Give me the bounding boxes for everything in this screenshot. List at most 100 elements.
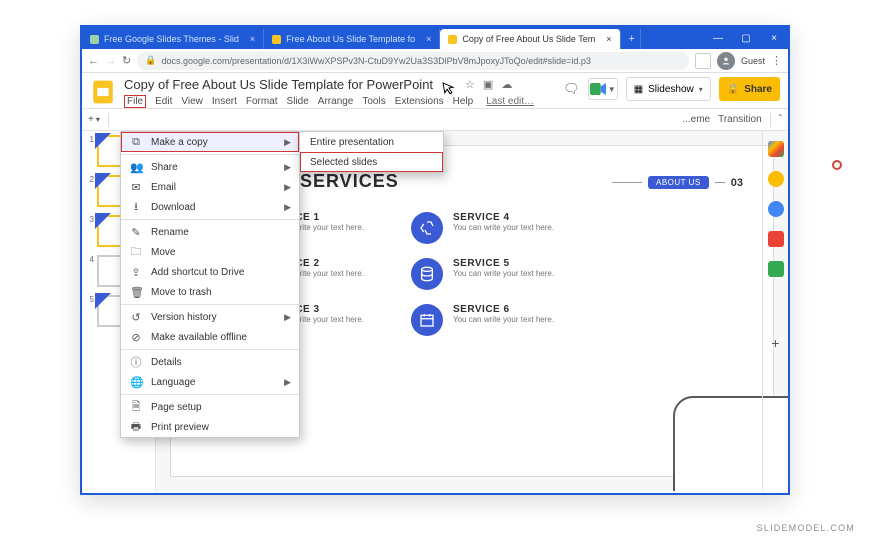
menu-view[interactable]: View — [181, 96, 203, 107]
menu-move[interactable]: 🗀Move — [121, 242, 299, 262]
menu-page-setup[interactable]: 🗎Page setup — [121, 397, 299, 417]
browser-tab[interactable]: Free Google Slides Themes - Slid× — [82, 29, 264, 49]
menu-item-label: Print preview — [151, 422, 209, 433]
menu-download[interactable]: ⭳Download▶ — [121, 197, 299, 217]
tab-close-icon[interactable]: × — [250, 34, 255, 44]
minimize-button[interactable]: — — [704, 33, 732, 44]
doc-title-row: Copy of Free About Us Slide Template for… — [124, 77, 555, 92]
theme-button[interactable]: ...eme — [682, 114, 710, 125]
browser-menu-button[interactable]: ⋮ — [771, 54, 782, 67]
new-slide-button[interactable]: + ▾ — [88, 114, 100, 125]
service-item: SERVICE 4You can write your text here. — [411, 212, 581, 244]
calendar-icon — [411, 304, 443, 336]
move-to-drive-icon[interactable]: ▣ — [483, 78, 493, 91]
menu-format[interactable]: Format — [246, 96, 278, 107]
submenu-arrow-icon: ▶ — [284, 377, 291, 388]
browser-tab[interactable]: Free About Us Slide Template fo × — [264, 29, 440, 49]
download-icon: ⭳ — [130, 198, 142, 217]
offline-icon: ⊘ — [130, 331, 142, 344]
info-icon: ⓘ — [130, 354, 142, 370]
thumb-number: 1 — [86, 135, 94, 144]
tab-close-icon[interactable]: × — [606, 34, 611, 44]
service-desc: You can write your text here. — [453, 315, 554, 325]
doc-header: Copy of Free About Us Slide Template for… — [82, 73, 788, 109]
service-item: SERVICE 5You can write your text here. — [411, 258, 581, 290]
thumb-number: 2 — [86, 175, 94, 184]
submenu-arrow-icon: ▶ — [284, 162, 291, 173]
browser-tab-active[interactable]: Copy of Free About Us Slide Tem × — [440, 29, 620, 49]
menu-share[interactable]: 👥Share▶ — [121, 157, 299, 177]
menu-slide[interactable]: Slide — [287, 96, 309, 107]
toolbar: + ▾ ...eme Transition ˆ — [82, 109, 788, 131]
tasks-icon[interactable] — [768, 201, 784, 217]
menu-version-history[interactable]: ↺Version history▶ — [121, 307, 299, 327]
menu-arrange[interactable]: Arrange — [318, 96, 354, 107]
menu-item-label: Page setup — [151, 402, 202, 413]
move-icon: 🗀 — [130, 243, 142, 262]
tab-label: Copy of Free About Us Slide Tem — [462, 34, 595, 44]
cloud-status-icon[interactable]: ☁ — [501, 78, 512, 91]
tab-close-icon[interactable]: × — [426, 34, 431, 44]
submenu-arrow-icon: ▶ — [284, 182, 291, 193]
file-dropdown-menu: ⧉Make a copy▶ 👥Share▶ ✉Email▶ ⭳Download▶… — [120, 131, 300, 438]
back-button[interactable]: ← — [88, 55, 99, 67]
keep-icon[interactable] — [768, 171, 784, 187]
doc-title[interactable]: Copy of Free About Us Slide Template for… — [124, 77, 433, 92]
new-tab-button[interactable]: + — [621, 29, 641, 49]
contacts-icon[interactable] — [768, 231, 784, 247]
close-button[interactable]: × — [760, 33, 788, 44]
menu-help[interactable]: Help — [453, 96, 474, 107]
share-button[interactable]: 🔒Share — [719, 77, 780, 101]
trash-icon: 🗑 — [130, 286, 142, 299]
submenu-entire-presentation[interactable]: Entire presentation — [300, 132, 443, 152]
lock-icon: 🔒 — [727, 84, 739, 95]
service-item: SERVICE 6You can write your text here. — [411, 304, 581, 336]
menu-add-shortcut[interactable]: ⇪Add shortcut to Drive — [121, 262, 299, 282]
menu-print-preview[interactable]: 🖶Print preview — [121, 417, 299, 437]
make-copy-submenu: Entire presentation Selected slides — [299, 131, 444, 173]
menu-item-label: Version history — [151, 312, 217, 323]
menu-file[interactable]: File — [124, 95, 146, 108]
maximize-button[interactable]: ▢ — [732, 33, 760, 44]
menu-move-to-trash[interactable]: 🗑Move to trash — [121, 282, 299, 302]
annotation-circle — [832, 160, 842, 170]
email-icon: ✉ — [130, 181, 142, 194]
menu-edit[interactable]: Edit — [155, 96, 172, 107]
menu-rename[interactable]: ✎Rename — [121, 222, 299, 242]
tab-label: Free About Us Slide Template fo — [286, 34, 415, 44]
menu-extensions[interactable]: Extensions — [395, 96, 444, 107]
workspace: 1 2 3 4 5 ⧉Make a copy▶ 👥Share▶ ✉Email▶ … — [82, 131, 788, 491]
menu-item-label: Details — [151, 357, 182, 368]
menu-details[interactable]: ⓘ Details — [121, 352, 299, 372]
extension-button[interactable] — [695, 53, 711, 69]
star-icon[interactable]: ☆ — [465, 78, 475, 91]
comments-icon[interactable]: 🗨 — [563, 81, 580, 97]
google-side-panel: + — [762, 131, 788, 491]
menu-language[interactable]: 🌐Language▶ — [121, 372, 299, 392]
submenu-selected-slides[interactable]: Selected slides — [300, 152, 443, 172]
toolbar-chevron-up-icon[interactable]: ˆ — [779, 114, 782, 125]
thumb-number: 4 — [86, 255, 94, 264]
calendar-icon[interactable] — [768, 141, 784, 157]
service-title: SERVICE 6 — [453, 304, 554, 315]
meet-button[interactable]: ▼ — [588, 78, 618, 100]
menu-make-a-copy[interactable]: ⧉Make a copy▶ — [121, 132, 299, 152]
favicon — [272, 35, 281, 44]
url-input[interactable]: 🔒docs.google.com/presentation/d/1X3iWwXP… — [137, 52, 689, 70]
recycle-icon — [411, 212, 443, 244]
menu-insert[interactable]: Insert — [212, 96, 237, 107]
transition-button[interactable]: Transition — [718, 114, 762, 125]
avatar-icon[interactable] — [717, 52, 735, 70]
add-on-button[interactable]: + — [771, 335, 779, 351]
last-edit-link[interactable]: Last edit… — [486, 96, 534, 107]
reload-button[interactable]: ↻ — [122, 54, 131, 67]
maps-icon[interactable] — [768, 261, 784, 277]
slide-badge: ABOUT US 03 — [612, 176, 743, 189]
menu-make-offline[interactable]: ⊘Make available offline — [121, 327, 299, 347]
slideshow-button[interactable]: ▦Slideshow▾ — [626, 77, 711, 101]
favicon — [448, 35, 457, 44]
menu-email[interactable]: ✉Email▶ — [121, 177, 299, 197]
menu-tools[interactable]: Tools — [362, 96, 385, 107]
forward-button[interactable]: → — [105, 55, 116, 67]
database-icon — [411, 258, 443, 290]
